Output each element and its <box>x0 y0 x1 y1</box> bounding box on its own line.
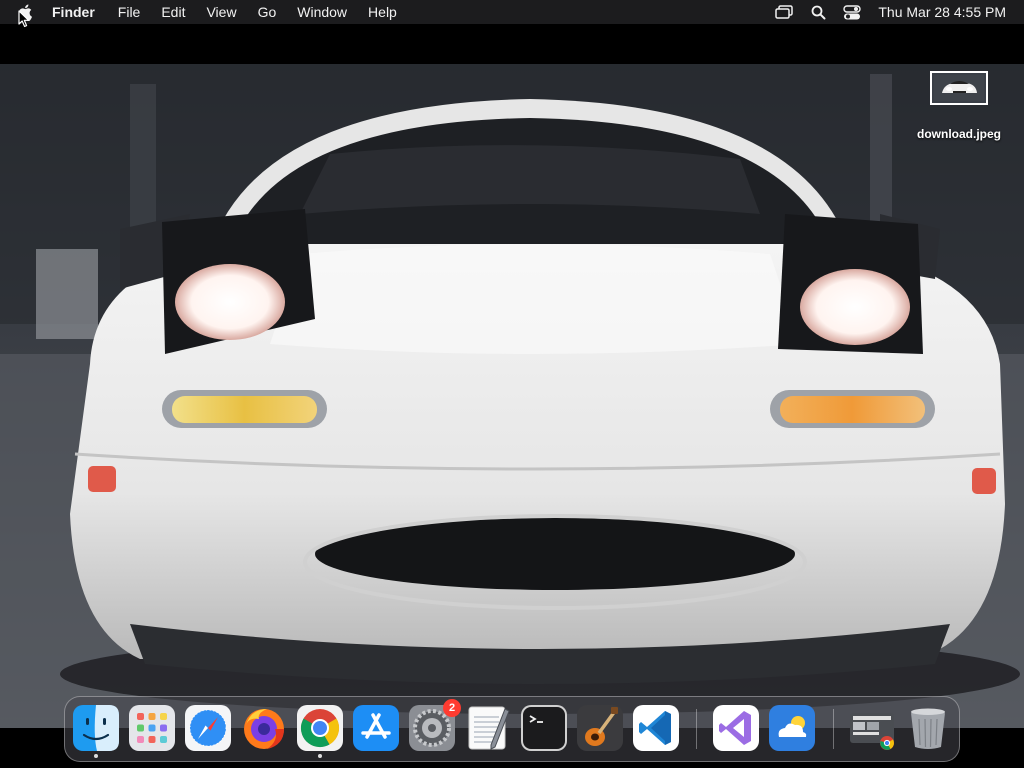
menu-clock[interactable]: Thu Mar 28 4:55 PM <box>878 4 1006 20</box>
dock-app-store[interactable] <box>353 705 399 751</box>
control-center-icon[interactable] <box>842 4 862 20</box>
menu-go[interactable]: Go <box>258 4 277 20</box>
wallpaper-car-photo <box>0 64 1024 728</box>
desktop: download.jpeg <box>0 24 1024 768</box>
dock-separator <box>833 709 834 749</box>
dock-visual-studio[interactable] <box>713 705 759 751</box>
menu-file[interactable]: File <box>118 4 141 20</box>
search-icon[interactable] <box>808 4 828 20</box>
dock-safari[interactable] <box>185 705 231 751</box>
dock-separator <box>696 709 697 749</box>
dock-launchpad[interactable] <box>129 705 175 751</box>
firefox-icon <box>244 709 284 749</box>
dock-textedit[interactable] <box>465 705 511 751</box>
menu-edit[interactable]: Edit <box>161 4 185 20</box>
garageband-icon <box>577 705 623 751</box>
menu-help[interactable]: Help <box>368 4 397 20</box>
screen-mirroring-icon[interactable] <box>774 4 794 20</box>
weather-icon <box>769 705 815 751</box>
launchpad-icon <box>129 705 175 751</box>
app-store-icon <box>353 705 399 751</box>
dock-firefox[interactable] <box>241 705 287 751</box>
chrome-apps-folder-icon <box>850 713 894 750</box>
mouse-cursor-icon <box>18 10 30 28</box>
running-indicator <box>94 754 98 758</box>
textedit-icon <box>468 706 510 750</box>
menu-window[interactable]: Window <box>297 4 347 20</box>
dock-weather[interactable] <box>769 705 815 751</box>
trash-icon <box>911 708 945 749</box>
dock-trash[interactable] <box>905 705 951 751</box>
safari-icon <box>185 705 231 751</box>
dock-chrome[interactable] <box>297 705 343 758</box>
vscode-icon <box>633 705 679 751</box>
menu-bar: Finder File Edit View Go Window Help Thu… <box>0 0 1024 24</box>
desktop-file-download-jpeg[interactable]: download.jpeg <box>905 71 1013 141</box>
notification-badge: 2 <box>443 699 461 717</box>
dock-finder[interactable] <box>73 705 119 758</box>
dock-vscode[interactable] <box>633 705 679 751</box>
chrome-icon <box>297 705 343 751</box>
dock-chrome-apps[interactable] <box>849 705 895 751</box>
dock-system-settings[interactable]: 2 <box>409 699 461 751</box>
dock-garageband[interactable] <box>577 705 623 751</box>
dock-terminal[interactable] <box>521 705 567 751</box>
running-indicator <box>318 754 322 758</box>
terminal-icon <box>521 705 567 751</box>
finder-icon <box>73 705 119 751</box>
menu-view[interactable]: View <box>206 4 236 20</box>
desktop-file-label: download.jpeg <box>917 127 1001 141</box>
image-file-icon <box>930 71 988 105</box>
menu-app-name[interactable]: Finder <box>52 4 95 20</box>
dock: 2 <box>64 696 960 762</box>
visual-studio-icon <box>713 705 759 751</box>
